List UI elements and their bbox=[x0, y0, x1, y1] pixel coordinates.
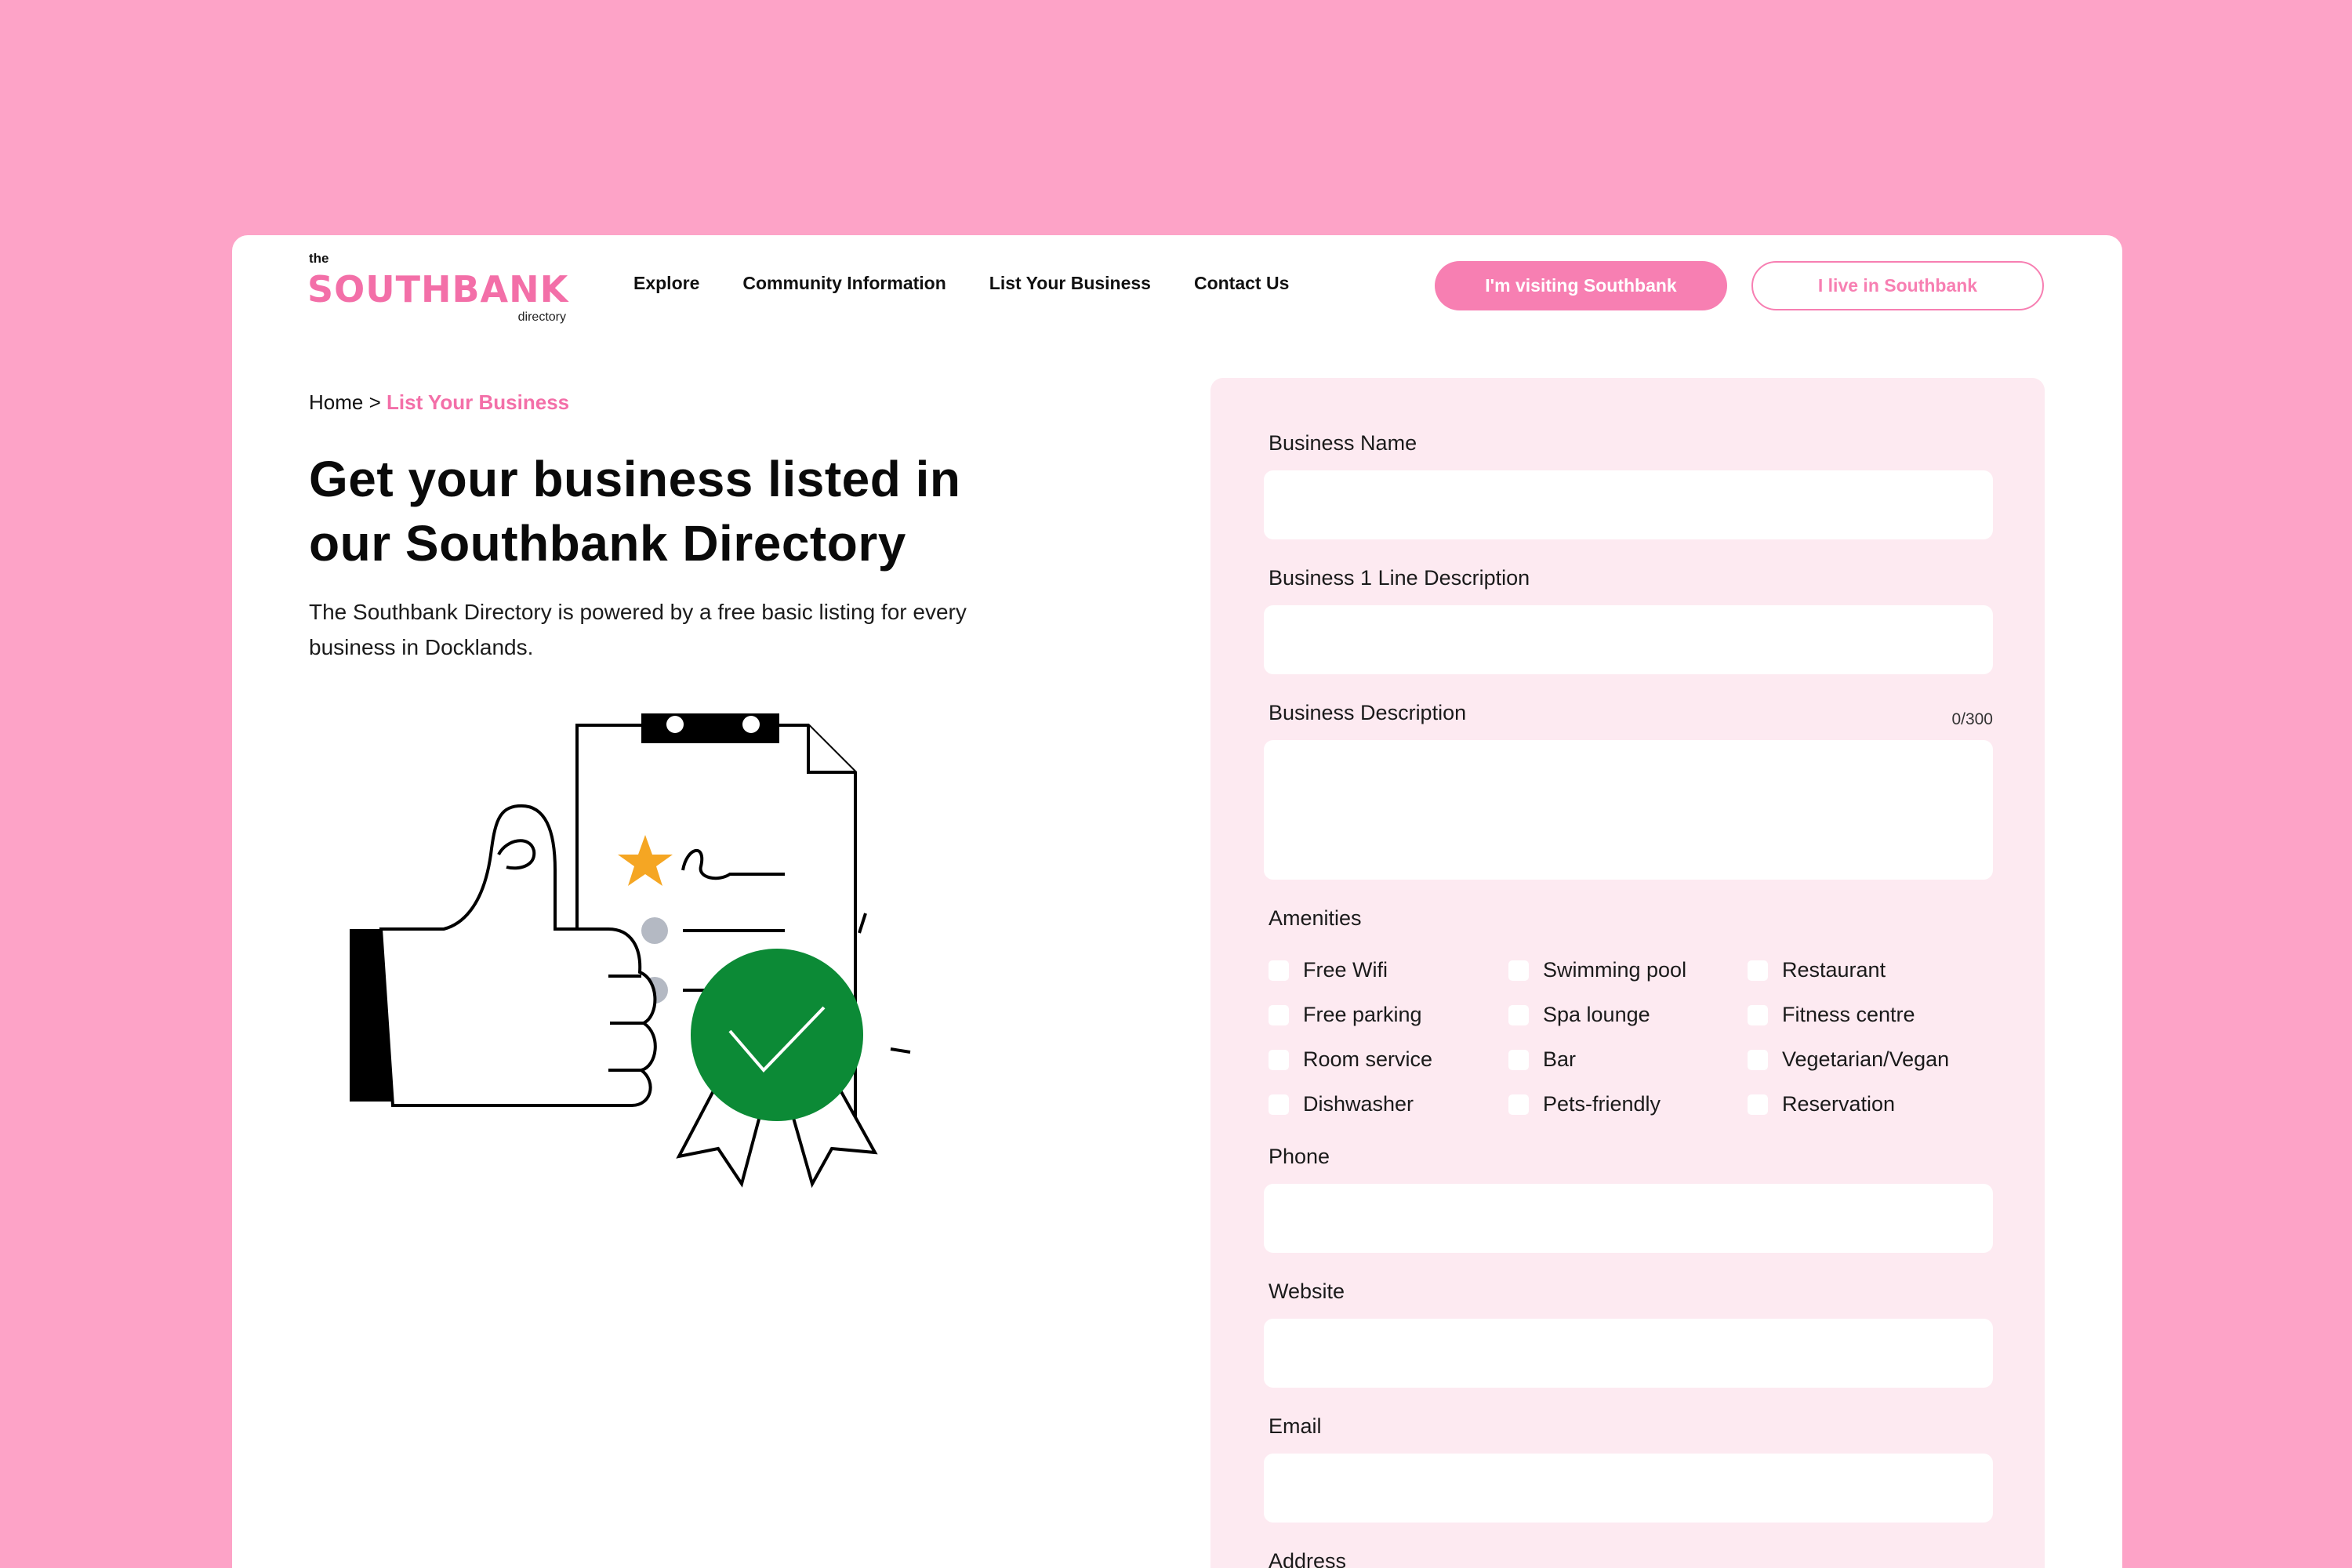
business-listing-form: Business Name Business 1 Line Descriptio… bbox=[1210, 378, 2045, 1568]
one-line-description-label: Business 1 Line Description bbox=[1269, 566, 1530, 590]
email-input[interactable] bbox=[1264, 1454, 1993, 1523]
breadcrumb: Home > List Your Business bbox=[309, 390, 569, 415]
checkbox[interactable] bbox=[1748, 1049, 1768, 1070]
amenity-spa-lounge[interactable]: Spa lounge bbox=[1508, 1003, 1650, 1027]
website-label: Website bbox=[1269, 1279, 1345, 1303]
breadcrumb-home[interactable]: Home bbox=[309, 390, 363, 414]
amenity-free-parking[interactable]: Free parking bbox=[1269, 1003, 1422, 1027]
page-title: Get your business listed in our Southban… bbox=[309, 451, 961, 572]
amenity-free-wifi[interactable]: Free Wifi bbox=[1269, 958, 1388, 982]
amenity-restaurant[interactable]: Restaurant bbox=[1748, 958, 1886, 982]
thumbs-up-checklist-illustration bbox=[350, 713, 911, 1189]
page-card: the SOUTHBANK directory Explore Communit… bbox=[232, 235, 2122, 1568]
checkbox[interactable] bbox=[1508, 1004, 1529, 1025]
amenity-fitness-centre[interactable]: Fitness centre bbox=[1748, 1003, 1915, 1027]
amenity-vegetarian-vegan[interactable]: Vegetarian/Vegan bbox=[1748, 1047, 1949, 1072]
business-description-label: Business Description bbox=[1269, 701, 1467, 724]
checkbox[interactable] bbox=[1748, 1094, 1768, 1115]
checkbox[interactable] bbox=[1508, 960, 1529, 981]
amenity-dishwasher[interactable]: Dishwasher bbox=[1269, 1092, 1414, 1116]
phone-input[interactable] bbox=[1264, 1184, 1993, 1253]
checkbox[interactable] bbox=[1269, 960, 1289, 981]
checkbox[interactable] bbox=[1748, 1004, 1768, 1025]
amenity-swimming-pool[interactable]: Swimming pool bbox=[1508, 958, 1686, 982]
checkbox[interactable] bbox=[1748, 960, 1768, 981]
address-label: Address bbox=[1269, 1549, 1347, 1568]
live-in-southbank-button[interactable]: I live in Southbank bbox=[1751, 261, 2044, 310]
nav-contact-us[interactable]: Contact Us bbox=[1194, 273, 1289, 294]
nav-community-information[interactable]: Community Information bbox=[742, 273, 946, 294]
logo-subtext: directory bbox=[517, 310, 566, 324]
checkbox[interactable] bbox=[1269, 1049, 1289, 1070]
logo-top-text: the bbox=[309, 251, 329, 266]
nav-list-your-business[interactable]: List Your Business bbox=[989, 273, 1151, 294]
website-input[interactable] bbox=[1264, 1319, 1993, 1388]
email-label: Email bbox=[1269, 1414, 1322, 1438]
nav-explore[interactable]: Explore bbox=[633, 273, 699, 294]
phone-label: Phone bbox=[1269, 1145, 1330, 1168]
checkbox[interactable] bbox=[1269, 1094, 1289, 1115]
main-nav: Explore Community Information List Your … bbox=[633, 273, 1289, 294]
intro-text: The Southbank Directory is powered by a … bbox=[309, 600, 967, 659]
amenity-bar[interactable]: Bar bbox=[1508, 1047, 1576, 1072]
breadcrumb-separator: > bbox=[368, 390, 381, 414]
checkbox[interactable] bbox=[1508, 1049, 1529, 1070]
check-badge-icon bbox=[691, 949, 863, 1121]
site-logo[interactable]: the SOUTHBANK directory bbox=[307, 249, 569, 324]
business-name-input[interactable] bbox=[1264, 470, 1993, 539]
amenity-pets-friendly[interactable]: Pets-friendly bbox=[1508, 1092, 1661, 1116]
one-line-description-input[interactable] bbox=[1264, 605, 1993, 674]
breadcrumb-current: List Your Business bbox=[387, 390, 570, 414]
character-counter: 0/300 bbox=[1951, 710, 1993, 728]
amenities-label: Amenities bbox=[1269, 906, 1362, 930]
checkbox[interactable] bbox=[1508, 1094, 1529, 1115]
business-description-textarea[interactable] bbox=[1264, 740, 1993, 880]
logo-wordmark: SOUTHBANK bbox=[307, 268, 569, 310]
amenity-room-service[interactable]: Room service bbox=[1269, 1047, 1432, 1072]
business-name-label: Business Name bbox=[1269, 431, 1417, 455]
visiting-southbank-button[interactable]: I'm visiting Southbank bbox=[1435, 261, 1727, 310]
checkbox[interactable] bbox=[1269, 1004, 1289, 1025]
amenity-reservation[interactable]: Reservation bbox=[1748, 1092, 1895, 1116]
